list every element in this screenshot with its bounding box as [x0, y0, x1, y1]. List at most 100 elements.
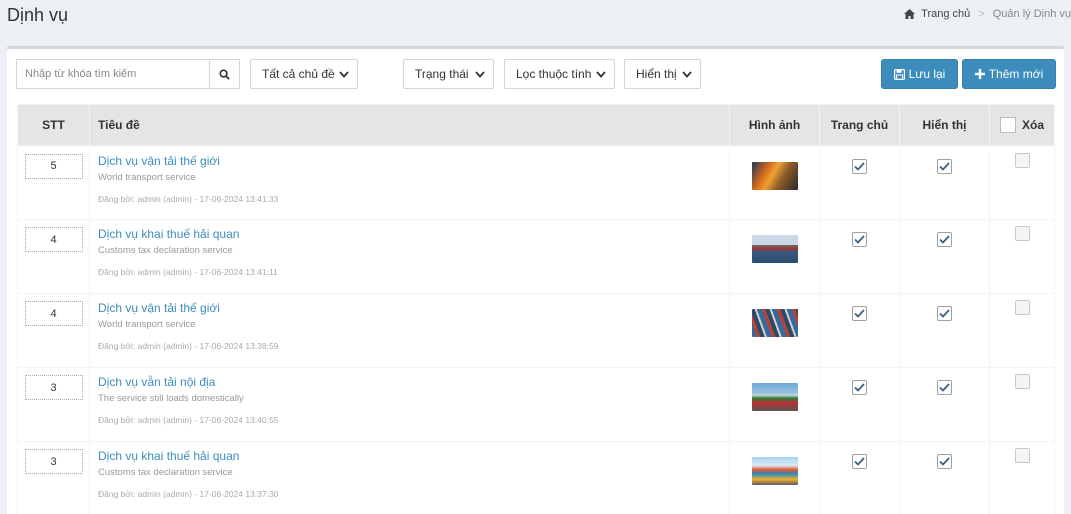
page-title: Dịnh vụ	[7, 5, 69, 25]
header-delete-label: Xóa	[1021, 117, 1044, 132]
home-checkbox[interactable]	[852, 158, 867, 174]
delete-checkbox[interactable]	[1014, 226, 1030, 241]
service-thumbnail[interactable]	[751, 309, 798, 337]
service-subtitle: World transport service	[98, 319, 196, 330]
service-thumbnail[interactable]	[751, 383, 798, 411]
delete-checkbox[interactable]	[1014, 300, 1030, 315]
check-icon	[939, 457, 950, 466]
display-checkbox[interactable]	[937, 380, 952, 395]
topic-select[interactable]: Tất cả chủ đề	[250, 59, 358, 89]
home-icon	[904, 9, 916, 19]
attribute-select-value: Lọc thuộc tính	[516, 67, 592, 81]
breadcrumb-current: Quản lý Dịnh vụ	[992, 8, 1071, 20]
delete-checkbox[interactable]	[1014, 374, 1030, 389]
check-icon	[939, 383, 950, 392]
service-meta: Đăng bởi: admin (admin) - 17-06-2024 13:…	[98, 267, 278, 277]
stt-cell: 4	[17, 293, 90, 368]
home-cell	[819, 367, 900, 442]
service-subtitle: Customs tax declaration service	[98, 467, 233, 478]
stt-cell: 4	[17, 219, 90, 294]
table-row: 4 Dịch vụ vận tải thế giới World transpo…	[17, 293, 1055, 368]
display-checkbox[interactable]	[937, 232, 952, 247]
home-checkbox[interactable]	[852, 306, 867, 321]
stt-input[interactable]: 5	[24, 153, 83, 179]
service-thumbnail[interactable]	[751, 457, 798, 485]
table-row: 5 Dịch vụ vận tải thế giới World transpo…	[17, 145, 1055, 220]
delete-cell	[989, 219, 1055, 294]
stt-input[interactable]: 4	[24, 301, 83, 326]
stt-input[interactable]: 3	[24, 375, 83, 400]
service-meta: Đăng bởi: admin (admin) - 17-06-2024 13:…	[98, 193, 279, 204]
display-cell	[899, 145, 990, 220]
service-thumbnail[interactable]	[751, 235, 798, 263]
display-checkbox[interactable]	[937, 306, 952, 321]
title-cell: Dịch vụ khai thuế hải quan Customs tax d…	[89, 219, 730, 294]
title-cell: Dịch vụ vận tải thế giới World transport…	[89, 145, 730, 220]
breadcrumb-home[interactable]: Trang chủ	[904, 8, 970, 20]
display-select[interactable]: Hiển thị	[624, 59, 701, 89]
delete-checkbox[interactable]	[1014, 448, 1030, 463]
stt-cell: 3	[17, 367, 90, 442]
stt-input[interactable]: 4	[24, 227, 83, 252]
header-display: Hiển thị	[899, 104, 990, 147]
service-meta: Đăng bởi: admin (admin) - 17-06-2024 13:…	[98, 489, 279, 499]
chevron-down-icon	[475, 70, 485, 78]
table-header-row: STT Tiêu đề Hình ảnh Trang chủ Hiển thị …	[17, 104, 1055, 147]
save-button[interactable]: Lưu lại	[881, 59, 958, 89]
delete-checkbox[interactable]	[1014, 152, 1030, 168]
header-home: Trang chủ	[819, 104, 900, 147]
search-button[interactable]	[209, 60, 239, 88]
search-box	[16, 59, 240, 89]
service-title-link[interactable]: Dịch vụ vận tải thế giới	[98, 301, 721, 316]
service-title-link[interactable]: Dịch vụ khai thuế hải quan	[98, 227, 721, 242]
display-cell	[899, 219, 990, 294]
check-icon	[854, 161, 865, 171]
home-cell	[819, 145, 900, 220]
service-title-link[interactable]: Dịch vụ vẫn tải nội địa	[98, 375, 721, 390]
title-cell: Dịch vụ khai thuế hải quan Customs tax d…	[89, 441, 730, 514]
stt-cell: 5	[17, 145, 90, 220]
service-subtitle: The service still loads domestically	[98, 393, 244, 404]
service-title-link[interactable]: Dịch vụ khai thuế hải quan	[98, 449, 721, 464]
delete-cell	[989, 145, 1055, 220]
header-title[interactable]: Tiêu đề	[89, 104, 730, 147]
check-icon	[939, 161, 950, 171]
image-cell	[729, 367, 820, 442]
add-new-button-label: Thêm mới	[988, 67, 1044, 81]
display-checkbox[interactable]	[937, 158, 952, 174]
home-checkbox[interactable]	[852, 454, 867, 469]
service-meta: Đăng bởi: admin (admin) - 17-06-2024 13:…	[98, 415, 279, 425]
chevron-down-icon	[682, 70, 692, 78]
save-button-label: Lưu lại	[908, 67, 946, 81]
breadcrumb: Trang chủ > Quản lý Dịnh vụ	[904, 8, 1071, 20]
add-new-button[interactable]: Thêm mới	[962, 59, 1056, 89]
select-all-checkbox[interactable]	[999, 116, 1016, 133]
check-icon	[854, 309, 865, 318]
header-stt[interactable]: STT	[17, 104, 90, 147]
service-title-link[interactable]: Dịch vụ vận tải thế giới	[98, 154, 721, 169]
home-checkbox[interactable]	[852, 380, 867, 395]
table-row: 3 Dịch vụ khai thuế hải quan Customs tax…	[17, 441, 1055, 514]
status-select-value: Trạng thái	[415, 67, 469, 81]
image-cell	[729, 219, 820, 294]
home-cell	[819, 293, 900, 368]
stt-input[interactable]: 3	[24, 449, 83, 474]
home-checkbox[interactable]	[852, 232, 867, 247]
delete-cell	[989, 293, 1055, 368]
service-thumbnail[interactable]	[751, 161, 798, 190]
service-subtitle: World transport service	[98, 171, 196, 183]
breadcrumb-separator: >	[978, 8, 985, 20]
delete-cell	[989, 367, 1055, 442]
check-icon	[854, 383, 865, 392]
home-cell	[819, 219, 900, 294]
display-checkbox[interactable]	[937, 454, 952, 469]
attribute-select[interactable]: Lọc thuộc tính	[504, 59, 615, 89]
check-icon	[939, 309, 950, 318]
search-input[interactable]	[17, 60, 209, 88]
status-select[interactable]: Trạng thái	[403, 59, 494, 89]
check-icon	[939, 235, 950, 244]
search-icon	[219, 68, 230, 80]
image-cell	[729, 293, 820, 368]
floppy-icon	[893, 68, 905, 80]
chevron-down-icon	[339, 70, 349, 78]
